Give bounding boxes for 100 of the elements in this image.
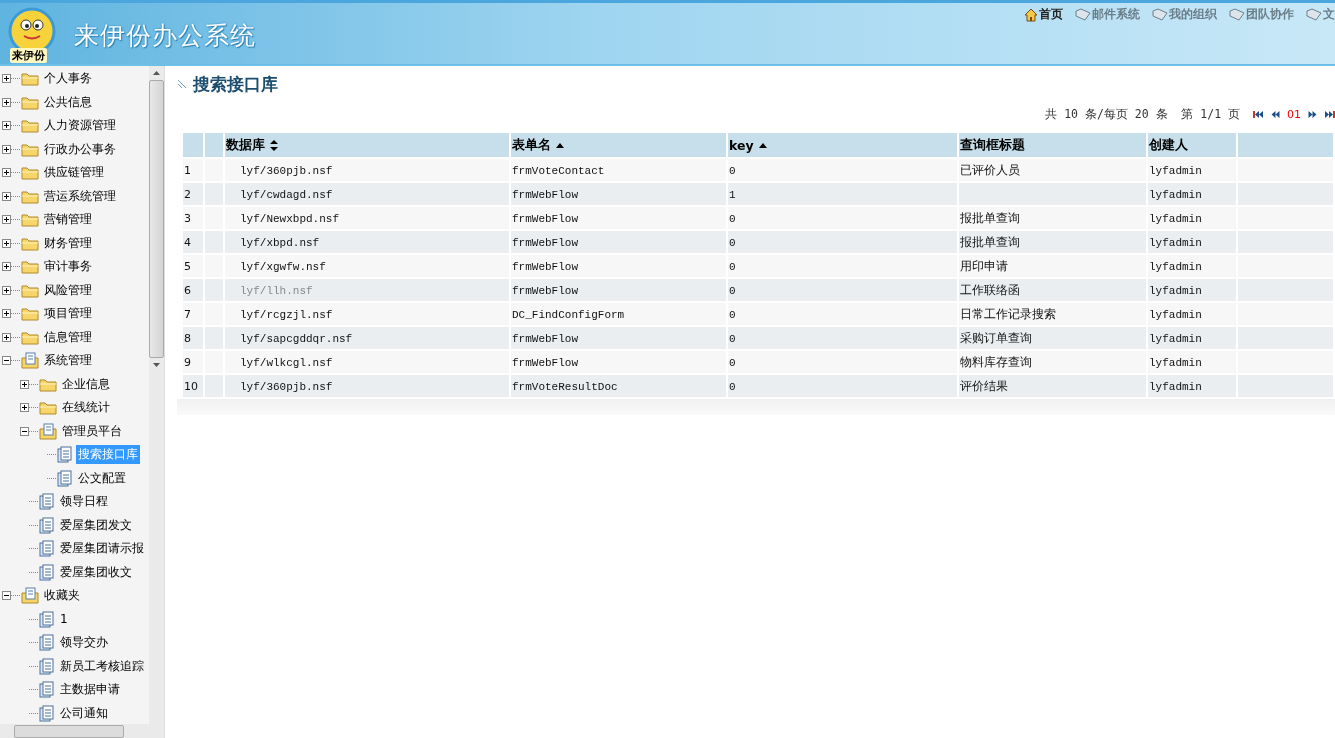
expand-icon[interactable]	[2, 168, 11, 178]
table-cell-text: lyf/xbpd.nsf	[239, 236, 320, 249]
table-cell: 0	[729, 332, 736, 345]
tree-item[interactable]: 领导交办	[58, 633, 110, 653]
tree-item[interactable]: 信息管理	[42, 327, 94, 347]
horizontal-scrollbar[interactable]	[0, 724, 164, 738]
tree-item[interactable]: 供应链管理	[42, 163, 106, 183]
tree-item[interactable]: 爱屋集团收文	[58, 562, 134, 582]
table-cell: 已评价人员	[960, 162, 1020, 177]
table-cell: 0	[729, 164, 736, 177]
pager-summary: 共 10 条/每页 20 条 第 1/1 页	[1045, 106, 1240, 122]
table-cell: lyfadmin	[1149, 164, 1202, 177]
first-page-icon[interactable]	[1253, 109, 1264, 119]
tree-item[interactable]: 项目管理	[42, 304, 94, 324]
nav-link[interactable]: 首页	[1024, 6, 1063, 23]
vertical-scrollbar[interactable]	[149, 66, 164, 724]
tree-item[interactable]: 审计事务	[42, 257, 94, 277]
table-cell: frmVoteResultDoc	[512, 380, 618, 393]
expand-icon[interactable]	[2, 332, 11, 342]
tree-item[interactable]: 系统管理	[42, 351, 94, 371]
tree-item[interactable]: 企业信息	[60, 374, 112, 394]
collapse-icon[interactable]	[20, 426, 29, 436]
column-header[interactable]: key	[728, 133, 957, 159]
previous-page-icon[interactable]	[1271, 109, 1280, 119]
table-cell: 6	[184, 283, 191, 297]
expand-icon[interactable]	[2, 191, 11, 201]
tree-item[interactable]: 营运系统管理	[42, 186, 118, 206]
tree-item[interactable]: 行政办公事务	[42, 139, 118, 159]
expand-icon[interactable]	[2, 121, 11, 131]
title-marker-icon	[177, 79, 187, 89]
tree-item[interactable]: 风险管理	[42, 280, 94, 300]
expand-icon[interactable]	[2, 144, 11, 154]
expand-icon[interactable]	[20, 379, 29, 389]
tree-item[interactable]: 公文配置	[76, 468, 128, 488]
expand-icon[interactable]	[2, 285, 11, 295]
column-header[interactable]: 创建人	[1148, 133, 1236, 159]
table-cell: frmWebFlow	[512, 260, 578, 273]
tree-item[interactable]: 公共信息	[42, 92, 94, 112]
tree-item[interactable]: 1	[58, 611, 70, 628]
table-cell: lyfadmin	[1149, 356, 1202, 369]
table-cell: 2	[184, 187, 191, 201]
next-page-icon[interactable]	[1308, 109, 1317, 119]
document-icon	[39, 681, 55, 699]
table-cell: 0	[729, 236, 736, 249]
table-cell: lyfadmin	[1149, 212, 1202, 225]
tree-item[interactable]: 公司通知	[58, 703, 110, 723]
table-cell: frmWebFlow	[512, 212, 578, 225]
table-cell: lyfadmin	[1149, 284, 1202, 297]
tree-item[interactable]: 新员工考核追踪	[58, 656, 146, 676]
tree-item[interactable]: 收藏夹	[42, 586, 82, 606]
tree-item[interactable]: 爱屋集团请示报	[58, 539, 146, 559]
table-cell: 8	[184, 331, 191, 345]
document-icon	[39, 493, 55, 511]
logo-text: 来伊份	[10, 48, 47, 63]
expand-icon[interactable]	[2, 262, 11, 272]
tree-item[interactable]: 个人事务	[42, 69, 94, 89]
table-cell: 采购订单查询	[960, 330, 1032, 345]
table-cell-text: lyf/llh.nsf	[239, 284, 313, 297]
collapse-icon[interactable]	[2, 591, 11, 601]
expand-icon[interactable]	[20, 403, 29, 413]
table-cell: 7	[184, 307, 191, 321]
table-cell-text: lyf/wlkcgl.nsf	[239, 356, 333, 369]
tree-item[interactable]: 人力资源管理	[42, 116, 118, 136]
table-cell: lyfadmin	[1149, 236, 1202, 249]
document-icon	[57, 469, 73, 487]
table-cell-text: lyf/360pjb.nsf	[239, 380, 333, 393]
table-cell: 0	[729, 356, 736, 369]
last-page-icon[interactable]	[1324, 109, 1335, 119]
table-cell: 1	[729, 188, 736, 201]
table-cell: lyfadmin	[1149, 260, 1202, 273]
current-page: 01	[1287, 107, 1301, 121]
folder-document-icon	[21, 352, 39, 370]
tree-item[interactable]: 领导日程	[58, 492, 110, 512]
column-header[interactable]: 查询框标题	[959, 133, 1146, 159]
expand-icon[interactable]	[2, 309, 11, 319]
tree-item[interactable]: 在线统计	[60, 398, 112, 418]
tree-item[interactable]: 爱屋集团发文	[58, 515, 134, 535]
expand-icon[interactable]	[2, 74, 11, 84]
table-cell: 0	[729, 308, 736, 321]
tree-item[interactable]: 营销管理	[42, 210, 94, 230]
column-header[interactable]: 表单名	[511, 133, 726, 159]
table-cell: 报批单查询	[960, 210, 1020, 225]
table-cell: frmWebFlow	[512, 284, 578, 297]
table-cell: 工作联络函	[960, 282, 1020, 297]
column-header[interactable]: 数据库	[225, 133, 509, 159]
document-icon	[39, 657, 55, 675]
collapse-icon[interactable]	[2, 356, 11, 366]
tree-item[interactable]: 财务管理	[42, 233, 94, 253]
table-cell: 5	[184, 259, 191, 273]
tree-item[interactable]: 主数据申请	[58, 680, 122, 700]
expand-icon[interactable]	[2, 238, 11, 248]
table-cell-text: lyf/360pjb.nsf	[239, 164, 333, 177]
expand-icon[interactable]	[2, 97, 11, 107]
system-title: 来伊份办公系统	[74, 20, 256, 52]
table-cell: 10	[184, 379, 198, 393]
folder-document-icon	[21, 587, 39, 605]
table-cell: 9	[184, 355, 191, 369]
table-cell-text: lyf/sapcgddqr.nsf	[239, 332, 353, 345]
tree-item[interactable]: 管理员平台	[60, 421, 124, 441]
expand-icon[interactable]	[2, 215, 11, 225]
